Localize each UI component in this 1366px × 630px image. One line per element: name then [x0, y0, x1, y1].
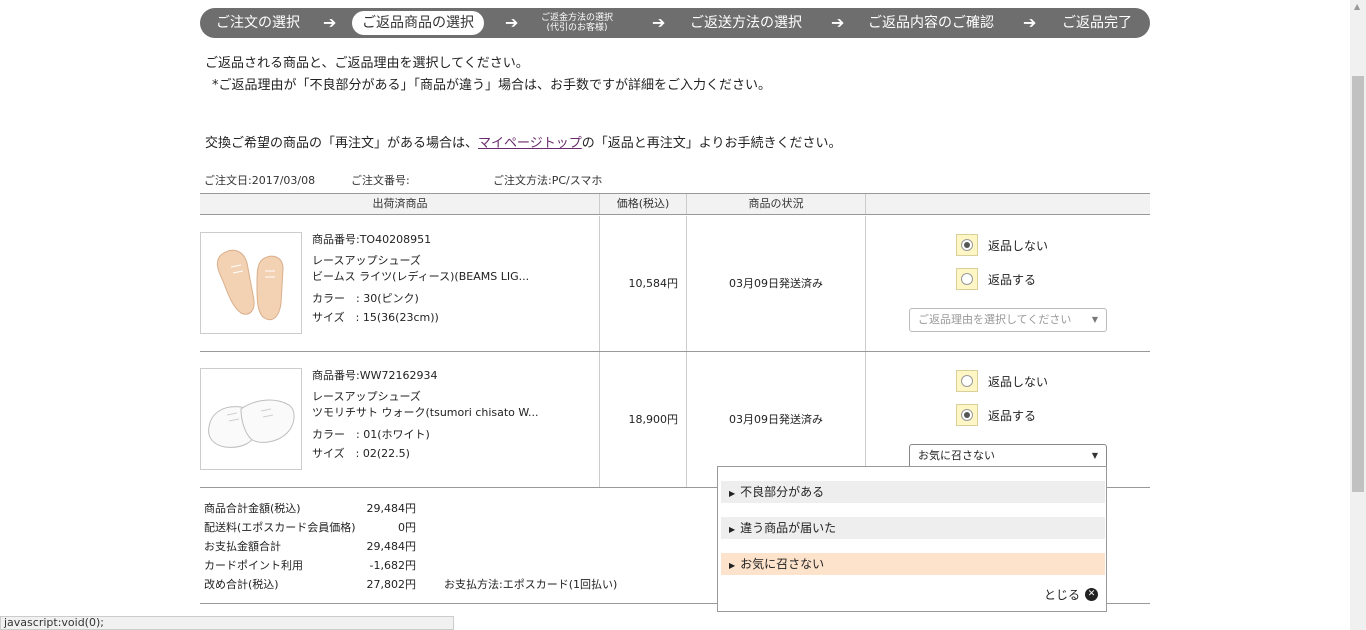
chevron-down-icon: ▼ — [1091, 451, 1098, 460]
header-shipped-items: 出荷済商品 — [372, 197, 428, 210]
product-name: ビームス ライツ(レディース)(BEAMS LIG... — [312, 270, 530, 283]
browser-status-bar: javascript:void(0); — [0, 616, 454, 630]
order-summary: 商品合計金額(税込) 29,484円 配送料(エポスカード会員価格) 0円 お支払金… — [204, 499, 624, 594]
product-info: 商品番号:TO40208951 レースアップシューズ ビームス ライツ(レディー… — [312, 232, 529, 326]
product-size: サイズ : 15(36(23cm)) — [312, 311, 439, 324]
product-image[interactable] — [200, 368, 302, 470]
reason-option-wrong-item[interactable]: ▶ 違う商品が届いた — [721, 517, 1105, 539]
product-info: 商品番号:WW72162934 レースアップシューズ ツモリチサト ウォーク(t… — [312, 368, 539, 462]
product-price: 10,584円 — [628, 277, 679, 290]
return-reason-dropdown: ▶ 不良部分がある ▶ 違う商品が届いた ▶ お気に召さない とじる ✕ — [717, 466, 1107, 612]
return-label: 返品する — [988, 272, 1037, 287]
product-status: 03月09日発送済み — [729, 277, 823, 290]
no-return-option[interactable]: 返品しない — [956, 234, 1048, 256]
step-arrow-icon: ➔ — [1023, 13, 1037, 32]
step-arrow-icon: ➔ — [323, 13, 337, 32]
payment-method: お支払方法:エポスカード(1回払い) — [444, 578, 618, 591]
summary-row: お支払金額合計 29,484円 — [204, 540, 416, 553]
no-return-radio[interactable] — [956, 234, 978, 256]
product-status: 03月09日発送済み — [729, 413, 823, 426]
header-price: 価格(税込) — [616, 197, 670, 210]
close-icon: ✕ — [1085, 588, 1098, 601]
summary-row: 改め合計(税込) 27,802円 お支払方法:エポスカード(1回払い) — [204, 575, 624, 594]
dropdown-close-button[interactable]: とじる ✕ — [1044, 586, 1098, 603]
return-reason-select[interactable]: お気に召さない ▼ — [909, 444, 1107, 468]
mypage-top-link[interactable]: マイページトップ — [478, 136, 582, 151]
chevron-down-icon: ▼ — [1091, 315, 1098, 324]
return-reason-select[interactable]: ご返品理由を選択してください ▼ — [909, 308, 1107, 332]
triangle-right-icon: ▶ — [729, 561, 736, 570]
table-row: 商品番号:TO40208951 レースアップシューズ ビームス ライツ(レディー… — [200, 216, 1150, 352]
step-return-item-select: ご返品商品の選択 — [352, 11, 484, 35]
return-radio[interactable] — [956, 404, 978, 426]
step-arrow-icon: ➔ — [505, 13, 519, 32]
step-arrow-icon: ➔ — [831, 13, 845, 32]
items-table-header: 出荷済商品 価格(税込) 商品の状況 — [200, 193, 1150, 215]
triangle-right-icon: ▶ — [729, 489, 736, 498]
no-return-label: 返品しない — [988, 374, 1049, 389]
reason-option-not-liked[interactable]: ▶ お気に召さない — [721, 553, 1105, 575]
product-color: カラー : 30(ピンク) — [312, 292, 419, 305]
product-category: レースアップシューズ — [312, 254, 421, 267]
summary-row: カードポイント利用 -1,682円 — [204, 559, 416, 572]
step-order-select: ご注文の選択 — [216, 15, 300, 31]
triangle-right-icon: ▶ — [729, 525, 736, 534]
no-return-option[interactable]: 返品しない — [956, 370, 1048, 392]
instruction-text: ご返品される商品と、ご返品理由を選択してください。 — [205, 56, 529, 71]
return-option[interactable]: 返品する — [956, 268, 1036, 290]
product-code: 商品番号:TO40208951 — [312, 233, 432, 246]
product-image[interactable] — [200, 232, 302, 334]
step-arrow-icon: ➔ — [652, 13, 666, 32]
step-refund-method: ご返金方法の選択 (代引のお客様) — [541, 13, 614, 33]
page-scrollbar[interactable]: ▲ — [1350, 0, 1366, 630]
scroll-thumb[interactable] — [1352, 76, 1364, 492]
no-return-label: 返品しない — [988, 238, 1049, 253]
scroll-up-icon: ▲ — [1354, 2, 1361, 11]
step-shipping-method: ご返送方法の選択 — [690, 15, 802, 31]
return-radio[interactable] — [956, 268, 978, 290]
product-size: サイズ : 02(22.5) — [312, 447, 410, 460]
checkout-steps: ご注文の選択 ➔ ご返品商品の選択 ➔ ご返金方法の選択 (代引のお客様) ➔ … — [200, 8, 1150, 38]
instruction-note: *ご返品理由が「不良部分がある」「商品が違う」場合は、お手数ですが詳細をご入力く… — [212, 78, 772, 93]
order-date: ご注文日:2017/03/08 — [204, 174, 316, 187]
summary-row: 商品合計金額(税込) 29,484円 — [204, 502, 416, 515]
product-price: 18,900円 — [628, 413, 679, 426]
product-name: ツモリチサト ウォーク(tsumori chisato W... — [312, 406, 539, 419]
product-category: レースアップシューズ — [312, 390, 421, 403]
return-label: 返品する — [988, 408, 1037, 423]
product-color: カラー : 01(ホワイト) — [312, 428, 430, 441]
order-number: ご注文番号: — [351, 174, 410, 187]
product-code: 商品番号:WW72162934 — [312, 369, 438, 382]
exchange-note: 交換ご希望の商品の「再注文」がある場合は、マイページトップの「返品と再注文」より… — [205, 136, 842, 151]
step-complete: ご返品完了 — [1062, 15, 1132, 31]
order-method: ご注文方法:PC/スマホ — [493, 174, 603, 187]
header-status: 商品の状況 — [748, 197, 804, 210]
return-option[interactable]: 返品する — [956, 404, 1036, 426]
summary-row: 配送料(エポスカード会員価格) 0円 — [204, 521, 416, 534]
step-confirm: ご返品内容のご確認 — [868, 15, 994, 31]
reason-option-defective[interactable]: ▶ 不良部分がある — [721, 481, 1105, 503]
no-return-radio[interactable] — [956, 370, 978, 392]
